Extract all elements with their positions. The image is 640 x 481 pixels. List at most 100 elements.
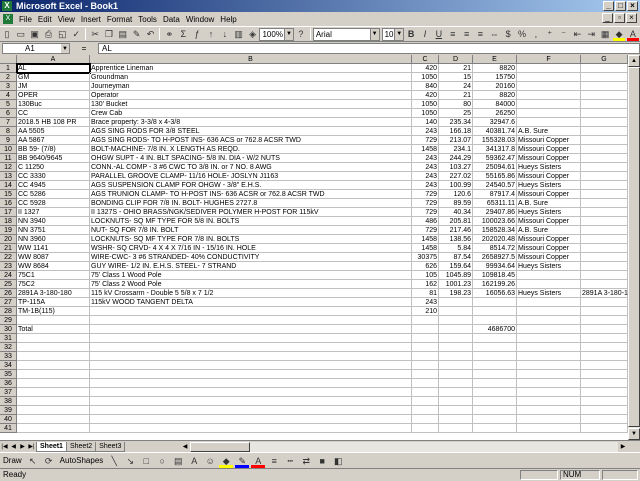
rectangle-icon[interactable]: □ — [139, 454, 153, 468]
cell-c[interactable]: 1050 — [412, 109, 439, 118]
cell-g[interactable] — [581, 361, 628, 370]
select-all-corner[interactable] — [0, 55, 17, 64]
cell-c[interactable] — [412, 397, 439, 406]
cell-d[interactable]: 205.81 — [439, 217, 473, 226]
cell-d[interactable] — [439, 352, 473, 361]
cell-a[interactable] — [17, 334, 90, 343]
row-header[interactable]: 13 — [0, 172, 17, 181]
cell-a[interactable] — [17, 316, 90, 325]
cell-c[interactable]: 1458 — [412, 145, 439, 154]
cell-a[interactable]: CC 5286 — [17, 190, 90, 199]
cell-a[interactable]: WW 8087 — [17, 253, 90, 262]
cell-b[interactable]: AGS TRUNION CLAMP- TO H-POST INS- 636 AC… — [90, 190, 412, 199]
oval-icon[interactable]: ○ — [155, 454, 169, 468]
increase-decimal-icon[interactable]: ⁺ — [544, 27, 556, 41]
cell-a[interactable]: TM-1B(115) — [17, 307, 90, 316]
cell-f[interactable]: Missouri Copper — [517, 235, 581, 244]
cell-d[interactable]: 234.1 — [439, 145, 473, 154]
row-header[interactable]: 41 — [0, 424, 17, 433]
menu-format[interactable]: Format — [104, 15, 135, 24]
cell-d[interactable]: 21 — [439, 91, 473, 100]
cell-e[interactable]: 158528.34 — [473, 226, 517, 235]
cell-e[interactable] — [473, 334, 517, 343]
row-header[interactable]: 29 — [0, 316, 17, 325]
cell-c[interactable]: 162 — [412, 280, 439, 289]
cell-c[interactable]: 243 — [412, 298, 439, 307]
cell-e[interactable]: 8820 — [473, 64, 517, 73]
cell-c[interactable]: 1050 — [412, 100, 439, 109]
cell-g[interactable] — [581, 379, 628, 388]
cell-b[interactable]: GUY WIRE- 1/2 IN. E.H.S. STEEL- 7 STRAND — [90, 262, 412, 271]
cell-f[interactable] — [517, 64, 581, 73]
cell-d[interactable] — [439, 397, 473, 406]
cell-c[interactable]: 729 — [412, 226, 439, 235]
row-header[interactable]: 15 — [0, 190, 17, 199]
column-header-d[interactable]: D — [439, 55, 473, 64]
menu-help[interactable]: Help — [217, 15, 239, 24]
cut-icon[interactable]: ✂ — [89, 27, 101, 41]
cell-b[interactable]: Journeyman — [90, 82, 412, 91]
chevron-down-icon[interactable]: ▼ — [369, 28, 379, 40]
merge-center-icon[interactable]: ⇔ — [488, 27, 500, 41]
shadow-icon[interactable]: ■ — [315, 454, 329, 468]
cell-a[interactable]: GM — [17, 73, 90, 82]
next-sheet-icon[interactable]: ▶ — [18, 442, 27, 452]
cell-g[interactable] — [581, 307, 628, 316]
cell-b[interactable]: Brace property: 3-3/8 x 4-3/8 — [90, 118, 412, 127]
close-button[interactable]: × — [627, 1, 638, 11]
cell-e[interactable] — [473, 307, 517, 316]
cell-b[interactable]: Operator — [90, 91, 412, 100]
cell-a[interactable]: 2891A 3-180-180 — [17, 289, 90, 298]
cell-d[interactable]: 227.02 — [439, 172, 473, 181]
cell-g[interactable] — [581, 91, 628, 100]
tab-sheet1[interactable]: Sheet1 — [36, 441, 67, 452]
cell-g[interactable] — [581, 271, 628, 280]
row-header[interactable]: 1 — [0, 64, 17, 73]
cell-c[interactable] — [412, 325, 439, 334]
cell-e[interactable] — [473, 343, 517, 352]
cell-b[interactable]: Groundman — [90, 73, 412, 82]
cell-g[interactable] — [581, 352, 628, 361]
cell-f[interactable]: Hueys Sisters — [517, 163, 581, 172]
cell-g[interactable] — [581, 253, 628, 262]
column-header-a[interactable]: A — [17, 55, 90, 64]
cell-b[interactable] — [90, 397, 412, 406]
menu-window[interactable]: Window — [183, 15, 217, 24]
cell-g[interactable] — [581, 370, 628, 379]
print-icon[interactable]: ⎙ — [43, 27, 55, 41]
cell-f[interactable]: Missouri Copper — [517, 145, 581, 154]
cell-f[interactable] — [517, 73, 581, 82]
cell-e[interactable]: 341317.8 — [473, 145, 517, 154]
line-icon[interactable]: ╲ — [107, 454, 121, 468]
cell-c[interactable]: 243 — [412, 154, 439, 163]
cell-b[interactable] — [90, 334, 412, 343]
cell-c[interactable] — [412, 361, 439, 370]
cell-g[interactable] — [581, 343, 628, 352]
cell-e[interactable]: 162199.26 — [473, 280, 517, 289]
cell-f[interactable] — [517, 388, 581, 397]
cell-e[interactable]: 29407.86 — [473, 208, 517, 217]
cell-e[interactable]: 155328.03 — [473, 136, 517, 145]
row-header[interactable]: 26 — [0, 289, 17, 298]
cell-b[interactable]: 115kV WOOD TANGENT DELTA — [90, 298, 412, 307]
cell-a[interactable]: NN 3940 — [17, 217, 90, 226]
cell-a[interactable]: AL — [16, 63, 91, 74]
cell-d[interactable]: 87.54 — [439, 253, 473, 262]
decrease-indent-icon[interactable]: ⇤ — [572, 27, 584, 41]
cell-c[interactable] — [412, 406, 439, 415]
cell-c[interactable]: 840 — [412, 82, 439, 91]
cell-d[interactable] — [439, 298, 473, 307]
cell-b[interactable]: WIRE-CWC- 3 #6 STRANDED- 40% CONDUCTIVIT… — [90, 253, 412, 262]
cell-e[interactable] — [473, 388, 517, 397]
cell-d[interactable] — [439, 424, 473, 433]
wordart-icon[interactable]: A — [187, 454, 201, 468]
column-header-b[interactable]: B — [90, 55, 412, 64]
cell-a[interactable]: CC — [17, 109, 90, 118]
row-header[interactable]: 19 — [0, 226, 17, 235]
row-header[interactable]: 5 — [0, 100, 17, 109]
cell-d[interactable] — [439, 406, 473, 415]
cell-e[interactable]: 8514.72 — [473, 244, 517, 253]
scroll-up-arrow-icon[interactable]: ▲ — [628, 55, 640, 67]
row-header[interactable]: 10 — [0, 145, 17, 154]
cell-e[interactable]: 65311.11 — [473, 199, 517, 208]
